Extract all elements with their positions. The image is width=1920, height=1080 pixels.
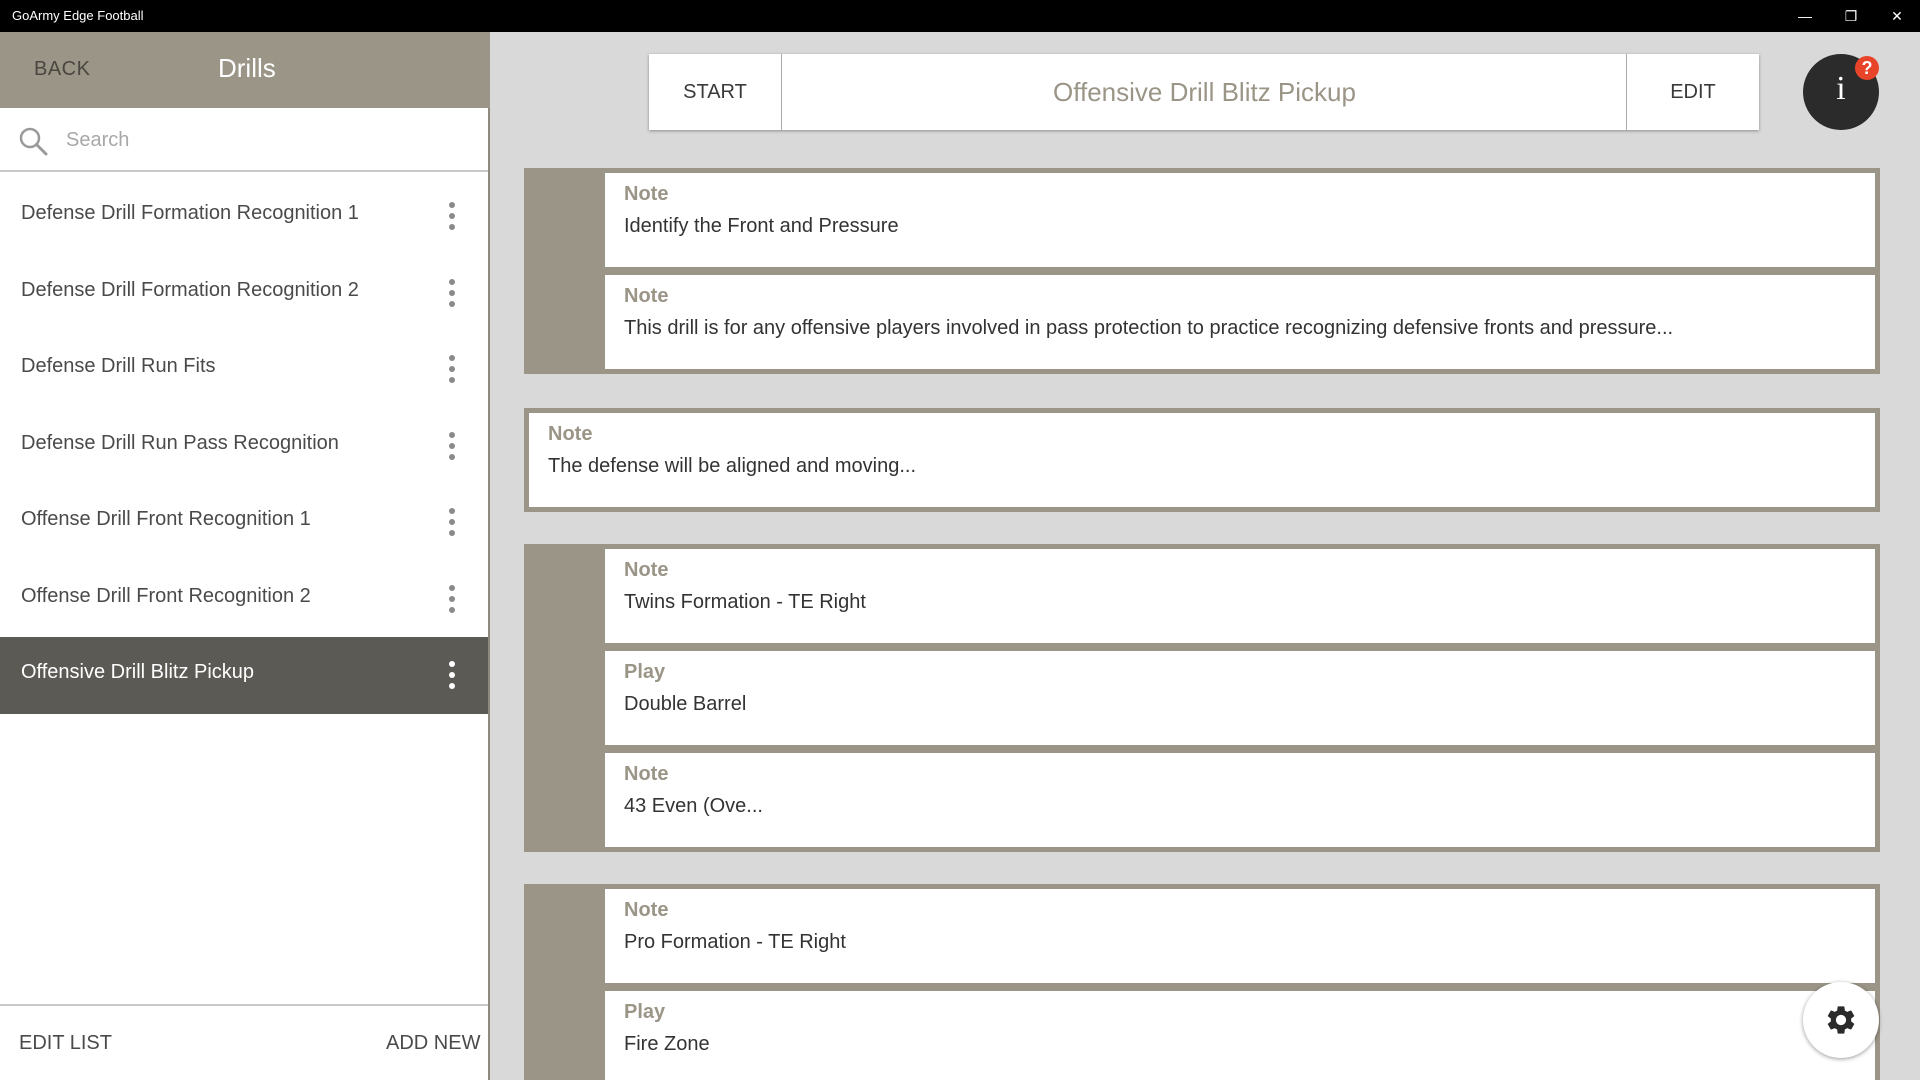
restore-button[interactable]: ❐ [1828, 0, 1874, 32]
drills-sidebar: BACK Drills Defense Drill Formation Reco… [0, 32, 490, 1080]
more-options-icon[interactable] [446, 353, 458, 385]
drill-list-item[interactable]: Defense Drill Formation Recognition 1 [0, 178, 488, 255]
more-options-icon[interactable] [446, 506, 458, 538]
card-text: Fire Zone [624, 1033, 710, 1055]
card-text: Identify the Front and Pressure [624, 215, 899, 237]
drill-list-item[interactable]: Offense Drill Front Recognition 1 [0, 484, 488, 561]
add-new-button[interactable]: ADD NEW [386, 1032, 480, 1055]
search-input[interactable] [64, 124, 468, 156]
close-icon: ✕ [1891, 7, 1903, 24]
card-type-label: Note [548, 423, 593, 445]
drill-list-item[interactable]: Offense Drill Front Recognition 2 [0, 561, 488, 638]
edit-list-button[interactable]: EDIT LIST [19, 1032, 112, 1055]
card-text: Twins Formation - TE Right [624, 591, 866, 613]
drill-step-card[interactable]: Note The defense will be aligned and mov… [529, 413, 1875, 507]
start-button[interactable]: START [649, 54, 782, 130]
drill-list-item[interactable]: Defense Drill Run Fits [0, 331, 488, 408]
minimize-icon: — [1798, 8, 1812, 24]
card-type-label: Note [624, 763, 669, 785]
drill-list-item-selected[interactable]: Offensive Drill Blitz Pickup [0, 637, 488, 714]
drill-list: Defense Drill Formation Recognition 1 De… [0, 178, 488, 714]
drill-step-card[interactable]: Note This drill is for any offensive pla… [605, 275, 1875, 369]
drill-step-card[interactable]: Play Fire Zone [605, 991, 1875, 1080]
more-options-icon[interactable] [446, 583, 458, 615]
drill-item-label: Offensive Drill Blitz Pickup [21, 661, 255, 683]
drill-item-label: Defense Drill Run Fits [21, 355, 216, 377]
settings-button[interactable] [1803, 982, 1879, 1058]
info-button[interactable]: i ? [1803, 54, 1879, 130]
card-text: The defense will be aligned and moving..… [548, 455, 917, 477]
drill-step-card[interactable]: Note Identify the Front and Pressure [605, 173, 1875, 267]
drill-item-label: Offense Drill Front Recognition 1 [21, 508, 311, 530]
help-badge-icon: ? [1855, 56, 1879, 80]
card-type-label: Play [624, 661, 666, 683]
sidebar-title: Drills [218, 53, 276, 83]
title-bar: GoArmy Edge Football — ❐ ✕ [0, 0, 1920, 32]
drill-detail-panel: START Offensive Drill Blitz Pickup EDIT … [492, 32, 1920, 1080]
drill-item-label: Offense Drill Front Recognition 2 [21, 584, 311, 607]
drill-name-text: Offensive Drill Blitz Pickup [1053, 76, 1356, 107]
drill-step-group: Note Twins Formation - TE Right Play Dou… [524, 544, 1880, 852]
drill-step-group: Note The defense will be aligned and mov… [524, 408, 1880, 512]
drill-item-label: Defense Drill Formation Recognition 2 [21, 278, 359, 301]
drill-step-group: Note Identify the Front and Pressure Not… [524, 168, 1880, 374]
drill-step-card[interactable]: Note Pro Formation - TE Right [605, 889, 1875, 983]
card-text: Double Barrel [624, 693, 747, 715]
edit-button[interactable]: EDIT [1626, 54, 1759, 130]
edit-label: EDIT [1670, 80, 1716, 103]
sidebar-footer: EDIT LIST ADD NEW [0, 1004, 488, 1080]
drill-name-title: Offensive Drill Blitz Pickup [782, 54, 1627, 130]
card-type-label: Note [624, 899, 669, 921]
more-options-icon[interactable] [446, 430, 458, 462]
more-options-icon[interactable] [446, 277, 458, 309]
drill-item-label: Defense Drill Run Pass Recognition [21, 431, 339, 454]
drill-step-group: Note Pro Formation - TE Right Play Fire … [524, 884, 1880, 1080]
search-icon [19, 127, 48, 156]
card-text: Pro Formation - TE Right [624, 931, 846, 953]
card-type-label: Note [624, 183, 669, 205]
sidebar-header: BACK Drills [0, 32, 490, 108]
drill-list-item[interactable]: Defense Drill Run Pass Recognition [0, 408, 488, 485]
more-options-icon[interactable] [446, 659, 458, 691]
card-text: This drill is for any offensive players … [624, 317, 1674, 339]
back-button[interactable]: BACK [34, 58, 90, 81]
gear-icon [1827, 1006, 1855, 1034]
card-type-label: Note [624, 285, 669, 307]
minimize-button[interactable]: — [1782, 0, 1828, 32]
restore-icon: ❐ [1844, 7, 1858, 24]
drill-step-card[interactable]: Play Double Barrel [605, 651, 1875, 745]
drill-step-card[interactable]: Note 43 Even (Ove... [605, 753, 1875, 847]
more-options-icon[interactable] [446, 200, 458, 232]
app-title: GoArmy Edge Football [12, 8, 144, 23]
close-button[interactable]: ✕ [1874, 0, 1920, 32]
drill-toolbar: START Offensive Drill Blitz Pickup EDIT [649, 54, 1759, 130]
card-type-label: Note [624, 559, 669, 581]
card-text: 43 Even (Ove... [624, 795, 763, 817]
card-type-label: Play [624, 1001, 666, 1023]
drill-list-item[interactable]: Defense Drill Formation Recognition 2 [0, 255, 488, 332]
drill-step-card[interactable]: Note Twins Formation - TE Right [605, 549, 1875, 643]
start-label: START [683, 80, 747, 103]
search-bar [0, 108, 488, 172]
drill-item-label: Defense Drill Formation Recognition 1 [21, 202, 359, 224]
